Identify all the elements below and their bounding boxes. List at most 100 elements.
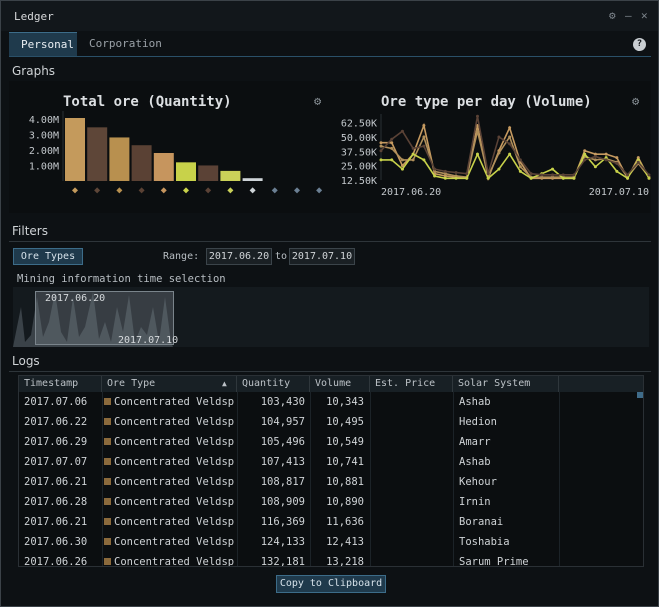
bar[interactable] (220, 170, 241, 181)
ore-icon-11[interactable]: ◆ (294, 185, 300, 196)
data-point (497, 135, 501, 139)
data-point (551, 173, 555, 177)
bar[interactable] (198, 165, 219, 181)
table-row[interactable]: 2017.07.06 Concentrated Veldspar 103,430 10… (19, 392, 637, 412)
tab-divider (9, 56, 651, 57)
bar[interactable] (176, 162, 196, 181)
cell-solar-system: Sarum Prime (459, 556, 529, 567)
ore-icon-1[interactable]: ◆ (72, 185, 78, 196)
cell-quantity: 108,909 (260, 496, 305, 508)
data-point (497, 151, 501, 155)
minimize-icon[interactable]: – (625, 9, 632, 22)
filters-divider (9, 241, 651, 242)
column-timestamp[interactable]: Timestamp (19, 376, 102, 392)
tab-corporation[interactable]: Corporation (77, 32, 175, 56)
tab-personal[interactable]: Personal (9, 32, 77, 56)
cell-ore-type: Concentrated Veldspar (104, 452, 234, 472)
ore-type-text: Concentrated Veldspar (114, 516, 234, 528)
ore-types-button[interactable]: Ore Types (13, 248, 83, 265)
cell-ore-type: Concentrated Veldspar (104, 512, 234, 532)
cell-timestamp: 2017.07.06 (24, 396, 88, 408)
cell-quantity: 116,369 (260, 516, 305, 528)
data-point (422, 123, 426, 127)
to-date-field[interactable]: 2017.07.10 (289, 248, 355, 265)
table-row[interactable]: 2017.07.07 Concentrated Veldspar 107,413 10… (19, 452, 637, 472)
ore-icon-3[interactable]: ◆ (116, 185, 122, 196)
cell-ore-type: Concentrated Veldspar (104, 472, 234, 492)
ore-icon-9[interactable]: ◆ (250, 185, 256, 196)
column-est-price[interactable]: Est. Price (370, 376, 453, 392)
ore-icon-12[interactable]: ◆ (316, 185, 322, 196)
ore-color-icon (104, 418, 111, 425)
data-point (551, 167, 555, 171)
bar[interactable] (131, 145, 152, 181)
cell-volume: 13,218 (326, 556, 364, 567)
data-point (572, 173, 576, 177)
cell-ore-type: Concentrated Veldspar (104, 392, 234, 412)
ore-icon-8[interactable]: ◆ (227, 185, 233, 196)
table-row[interactable]: 2017.06.21 Concentrated Veldspar 116,369 11… (19, 512, 637, 532)
ore-icon-4[interactable]: ◆ (139, 185, 145, 196)
settings-icon[interactable]: ⚙ (609, 9, 616, 22)
bar[interactable] (65, 118, 85, 181)
cell-timestamp: 2017.06.30 (24, 536, 88, 548)
help-icon[interactable]: ? (633, 38, 646, 51)
table-row[interactable]: 2017.06.26 Concentrated Veldspar 132,181 13… (19, 552, 637, 567)
column-ore-type[interactable]: Ore Type ▲ (102, 376, 237, 392)
data-point (433, 167, 437, 171)
copy-to-clipboard-button[interactable]: Copy to Clipboard (276, 575, 386, 593)
cell-timestamp: 2017.06.21 (24, 476, 88, 488)
table-row[interactable]: 2017.06.30 Concentrated Veldspar 124,133 12… (19, 532, 637, 552)
title-bar[interactable]: Ledger ⚙ – ✕ (1, 1, 658, 31)
ore-icon-10[interactable]: ◆ (272, 185, 278, 196)
data-point (518, 158, 522, 162)
cell-est-price (375, 492, 449, 512)
scrollbar-thumb[interactable] (637, 392, 643, 398)
data-point (561, 176, 565, 180)
column-quantity[interactable]: Quantity (237, 376, 310, 392)
ore-icon-6[interactable]: ◆ (183, 185, 189, 196)
column-volume[interactable]: Volume (310, 376, 370, 392)
bar[interactable] (109, 137, 130, 181)
table-row[interactable]: 2017.06.21 Concentrated Veldspar 108,817 10… (19, 472, 637, 492)
data-point (593, 158, 597, 162)
cell-volume: 12,413 (326, 536, 364, 548)
table-row[interactable]: 2017.06.28 Concentrated Veldspar 108,909 10… (19, 492, 637, 512)
column-solar-system[interactable]: Solar System (453, 376, 559, 392)
cell-solar-system: Ashab (459, 456, 491, 468)
cell-timestamp: 2017.06.21 (24, 516, 88, 528)
table-row[interactable]: 2017.06.22 Concentrated Veldspar 104,957 10… (19, 412, 637, 432)
data-point (400, 129, 404, 133)
series-line[interactable] (380, 131, 650, 179)
bar[interactable] (242, 178, 263, 181)
data-point (390, 146, 394, 150)
from-date-field[interactable]: 2017.06.20 (206, 248, 272, 265)
close-icon[interactable]: ✕ (641, 9, 648, 22)
time-selection-label: Mining information time selection (17, 273, 226, 285)
logs-divider (9, 371, 651, 372)
ore-type-text: Concentrated Veldspar (114, 536, 234, 548)
time-selection-window[interactable]: 2017.06.20 2017.07.10 (35, 291, 178, 346)
data-point (465, 176, 469, 180)
selection-start-label: 2017.06.20 (45, 293, 106, 304)
data-point (604, 152, 608, 156)
ore-type-text: Concentrated Veldspar (114, 556, 234, 567)
gear-icon[interactable]: ⚙ (632, 94, 639, 108)
logs-header: Logs (12, 354, 40, 368)
data-point (583, 149, 587, 153)
ore-color-icon (104, 478, 111, 485)
series-line[interactable] (381, 152, 650, 180)
ore-icon-7[interactable]: ◆ (205, 185, 211, 196)
ore-icon-2[interactable]: ◆ (94, 185, 100, 196)
bar[interactable] (87, 127, 108, 181)
data-point (443, 176, 447, 180)
cell-quantity: 132,181 (260, 556, 305, 567)
cell-ore-type: Concentrated Veldspar (104, 432, 234, 452)
table-row[interactable]: 2017.06.29 Concentrated Veldspar 105,496 10… (19, 432, 637, 452)
time-selection-panel[interactable]: 2017.06.20 2017.07.10 (13, 287, 649, 347)
bar[interactable] (153, 153, 174, 181)
y-tick-label: 12.50K (341, 176, 377, 187)
gear-icon[interactable]: ⚙ (314, 94, 321, 108)
ore-icon-5[interactable]: ◆ (161, 185, 167, 196)
cell-volume: 10,881 (326, 476, 364, 488)
